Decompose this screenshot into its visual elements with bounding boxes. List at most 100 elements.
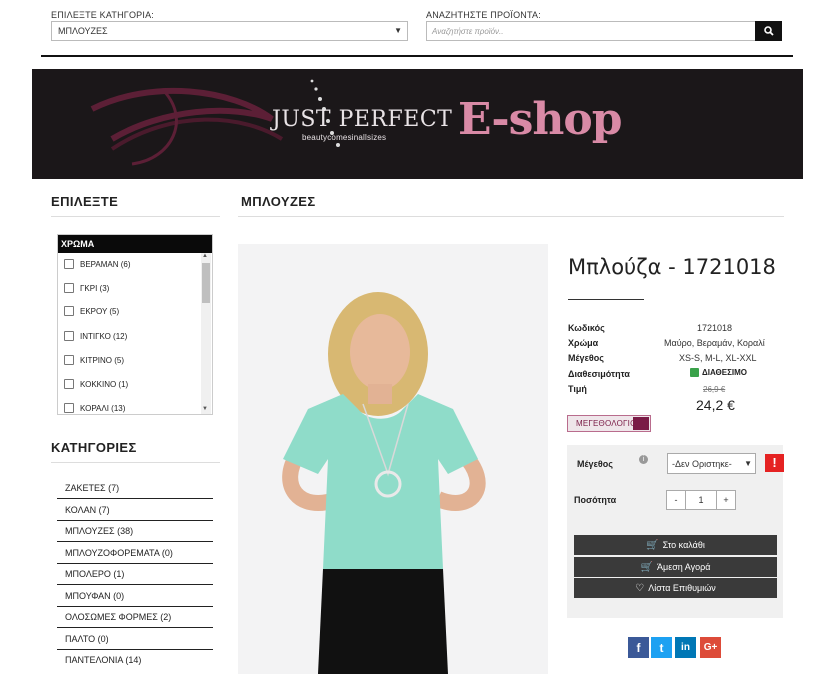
section-divider	[238, 216, 784, 217]
color-option[interactable]: ΓΚΡΙ (3)	[64, 283, 109, 293]
facebook-share-icon[interactable]: f	[628, 637, 649, 658]
color-option[interactable]: ΚΙΤΡΙΝΟ (5)	[64, 355, 124, 365]
category-label: ΕΠΙΛΕΞΤΕ ΚΑΤΗΓΟΡΙΑ:	[51, 10, 154, 20]
add-to-cart-button[interactable]: 🛒 Στο καλάθι	[574, 535, 777, 555]
availability-badge: ΔΙΑΘΕΣΙΜΟ	[690, 368, 747, 377]
chevron-down-icon: ▼	[394, 26, 402, 35]
top-search-bar: ΕΠΙΛΕΞΤΕ ΚΑΤΗΓΟΡΙΑ: ΜΠΛΟΥΖΕΣ ▼ ΑΝΑΖΗΤΗΣΤ…	[0, 0, 825, 60]
spec-size-value: XS-S, M-L, XL-XXL	[679, 353, 757, 363]
quantity-decrease-button[interactable]: -	[666, 490, 686, 510]
category-item[interactable]: ΜΠΟΛΕΡΟ (1)	[57, 563, 213, 585]
search-label: ΑΝΑΖΗΤΗΣΤΕ ΠΡΟΪΟΝΤΑ:	[426, 10, 541, 20]
checkbox[interactable]	[64, 403, 74, 413]
color-filter-header: ΧΡΩΜΑ	[58, 235, 212, 253]
categories-divider	[51, 462, 220, 463]
color-option-label: ΙΝΤΙΓΚΟ (12)	[80, 331, 128, 341]
color-option[interactable]: ΙΝΤΙΓΚΟ (12)	[64, 331, 127, 341]
color-filter-list[interactable]: ΒΕΡΑΜΑΝ (6) ΓΚΡΙ (3) ΕΚΡΟΥ (5) ΙΝΤΙΓΚΟ (…	[58, 253, 212, 414]
fast-cart-icon: 🛒	[640, 561, 653, 573]
googleplus-share-icon[interactable]: G+	[700, 637, 721, 658]
linkedin-share-icon[interactable]: in	[675, 637, 696, 658]
info-icon[interactable]: i	[639, 455, 648, 464]
spec-availability-label: Διαθεσιμότητα	[568, 369, 630, 379]
search-input[interactable]: Αναζητήστε προϊόν..	[426, 21, 756, 41]
old-price: 26,9 €	[703, 385, 726, 394]
cart-icon: 🛒	[646, 539, 659, 551]
eshop-banner[interactable]: JUST PERFECT beautycomesinallsizes E-sho…	[32, 69, 803, 179]
checkbox[interactable]	[64, 259, 74, 269]
category-item[interactable]: ΟΛΟΣΩΜΕΣ ΦΟΡΜΕΣ (2)	[57, 606, 213, 628]
search-button[interactable]	[755, 21, 782, 41]
brand-tagline: beautycomesinallsizes	[302, 133, 387, 142]
chevron-down-icon: ▼	[744, 459, 752, 468]
spec-size-label: Μέγεθος	[568, 353, 604, 363]
filter-divider	[51, 216, 220, 217]
product-title: Μπλούζα - 1721018	[568, 255, 776, 279]
color-option-label: ΒΕΡΑΜΑΝ (6)	[80, 259, 131, 269]
color-option-label: ΚΟΚΚΙΝΟ (1)	[80, 379, 129, 389]
product-image[interactable]	[238, 244, 548, 674]
color-option[interactable]: ΚΟΚΚΙΝΟ (1)	[64, 379, 128, 389]
spec-price-label: Τιμή	[568, 384, 587, 394]
scrollbar-thumb[interactable]	[202, 263, 210, 303]
checkbox[interactable]	[64, 283, 74, 293]
size-select-value: -Δεν Οριστηκε-	[672, 459, 732, 469]
category-item[interactable]: ΜΠΛΟΥΖΟΦΟΡΕΜΑΤΑ (0)	[57, 542, 213, 564]
category-item[interactable]: ΚΟΛΑΝ (7)	[57, 499, 213, 521]
size-chart-label: ΜΕΓΕΘΟΛΟΓΙΟ	[576, 419, 637, 428]
color-option-label: ΚΙΤΡΙΝΟ (5)	[80, 355, 125, 365]
category-item[interactable]: ΠΑΛΤΟ (0)	[57, 628, 213, 650]
quantity-input[interactable]: 1	[686, 490, 716, 510]
category-item[interactable]: ΜΠΟΥΦΑΝ (0)	[57, 585, 213, 607]
eshop-title: E-shop	[458, 94, 622, 145]
brand-logo: JUST PERFECT	[272, 107, 453, 132]
spec-color-label: Χρώμα	[568, 338, 599, 348]
color-filter: ΧΡΩΜΑ ΒΕΡΑΜΑΝ (6) ΓΚΡΙ (3) ΕΚΡΟΥ (5) ΙΝΤ…	[57, 234, 213, 415]
size-chart-button[interactable]: ΜΕΓΕΘΟΛΟΓΙΟ	[567, 415, 651, 432]
wishlist-label: Λίστα Επιθυμιών	[648, 583, 716, 593]
checkbox[interactable]	[64, 331, 74, 341]
buy-now-label: Άμεση Αγορά	[657, 562, 711, 572]
availability-value: ΔΙΑΘΕΣΙΜΟ	[702, 368, 748, 377]
checkbox[interactable]	[64, 379, 74, 389]
color-list-scrollbar[interactable]: ▲ ▼	[201, 253, 211, 414]
search-icon	[763, 26, 774, 36]
color-option-label: ΚΟΡΑΛΙ (13)	[80, 403, 126, 413]
buy-now-button[interactable]: 🛒 Άμεση Αγορά	[574, 557, 777, 577]
model-illustration	[238, 244, 548, 674]
spec-code-value: 1721018	[697, 323, 733, 333]
current-price: 24,2 €	[696, 397, 735, 413]
color-option[interactable]: ΒΕΡΑΜΑΝ (6)	[64, 259, 131, 269]
size-chart-icon	[633, 417, 649, 430]
filter-title: ΕΠΙΛΕΞΤΕ	[51, 194, 119, 209]
scroll-down-icon[interactable]: ▼	[202, 406, 208, 412]
add-to-cart-label: Στο καλάθι	[662, 540, 705, 550]
quantity-increase-button[interactable]: +	[716, 490, 736, 510]
color-option[interactable]: ΚΟΡΑΛΙ (13)	[64, 403, 125, 413]
search-placeholder: Αναζητήστε προϊόν..	[432, 27, 504, 36]
color-option[interactable]: ΕΚΡΟΥ (5)	[64, 306, 119, 316]
required-warning-icon: !	[765, 454, 784, 472]
section-title: ΜΠΛΟΥΖΕΣ	[241, 194, 316, 209]
stock-icon	[690, 368, 699, 377]
color-option-label: ΓΚΡΙ (3)	[80, 283, 110, 293]
color-option-label: ΕΚΡΟΥ (5)	[80, 306, 120, 316]
categories-title: ΚΑΤΗΓΟΡΙΕΣ	[51, 440, 137, 455]
category-select-value: ΜΠΛΟΥΖΕΣ	[58, 26, 108, 36]
title-underline	[568, 299, 644, 300]
top-divider	[41, 55, 793, 57]
checkbox[interactable]	[64, 355, 74, 365]
category-select[interactable]: ΜΠΛΟΥΖΕΣ ▼	[51, 21, 408, 41]
wishlist-button[interactable]: ♡ Λίστα Επιθυμιών	[574, 578, 777, 598]
option-quantity-label: Ποσότητα	[574, 495, 617, 505]
category-item[interactable]: ΠΑΝΤΕΛΟΝΙΑ (14)	[57, 649, 213, 671]
category-item[interactable]: ΜΠΛΟΥΖΕΣ (38)	[57, 520, 213, 542]
twitter-share-icon[interactable]: t	[651, 637, 672, 658]
scroll-up-icon[interactable]: ▲	[202, 253, 208, 259]
checkbox[interactable]	[64, 306, 74, 316]
heart-icon: ♡	[635, 582, 645, 594]
size-select[interactable]: -Δεν Οριστηκε- ▼	[667, 453, 756, 474]
category-item[interactable]: ΖΑΚΕΤΕΣ (7)	[57, 477, 213, 499]
option-size-label: Μέγεθος	[577, 459, 613, 469]
spec-code-label: Κωδικός	[568, 323, 605, 333]
